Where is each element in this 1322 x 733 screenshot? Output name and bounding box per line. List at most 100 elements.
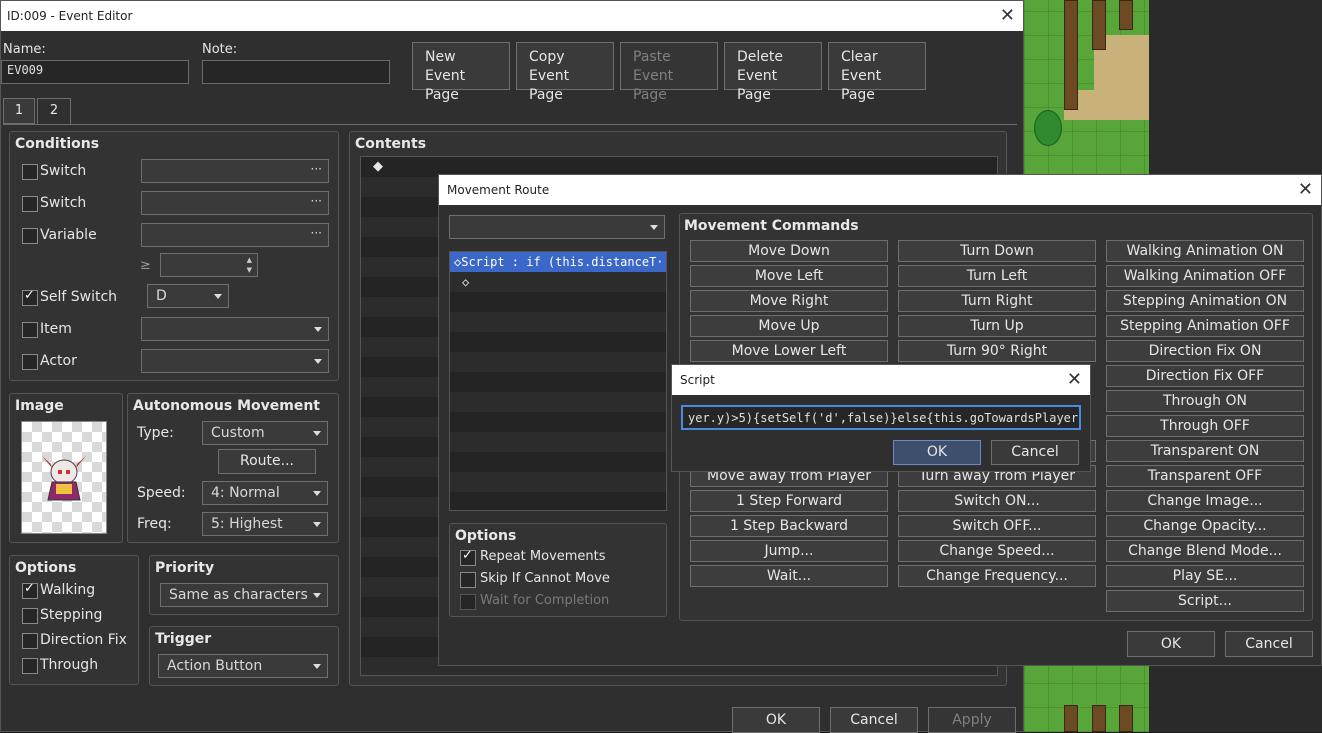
script-cancel-button[interactable]: Cancel [991, 440, 1079, 465]
command-button[interactable]: Direction Fix OFF [1106, 365, 1304, 387]
variable-label: Variable [40, 227, 97, 243]
command-button[interactable]: Script... [1106, 590, 1304, 612]
command-button[interactable]: Move Right [690, 290, 888, 312]
self-switch-checkbox[interactable] [22, 288, 38, 306]
command-button[interactable]: Jump... [690, 540, 888, 562]
trigger-dropdown[interactable]: Action Button [158, 654, 328, 678]
actor-checkbox[interactable] [22, 354, 38, 370]
command-button[interactable]: Move Up [690, 315, 888, 337]
close-icon[interactable]: ✕ [1067, 365, 1082, 395]
route-row-script[interactable]: ◇Script : if (this.distanceT··· [450, 252, 666, 272]
copy-event-page-button[interactable]: Copy Event Page [516, 42, 614, 103]
close-icon[interactable]: ✕ [1298, 175, 1313, 205]
ellipsis-icon: ··· [310, 226, 322, 240]
command-button[interactable]: Move Lower Left [690, 340, 888, 362]
tab-page-2[interactable]: 2 [37, 98, 71, 125]
chevron-down-icon [214, 294, 222, 299]
switch2-selector[interactable]: ··· [141, 191, 329, 215]
script-input[interactable]: yer.y)>5){setSelf('d',false)}else{this.g… [681, 405, 1081, 430]
variable-selector[interactable]: ··· [141, 223, 329, 247]
spin-up-icon[interactable]: ▲ [247, 256, 252, 264]
route-command-list[interactable]: ◇Script : if (this.distanceT··· ◇ [449, 251, 667, 511]
name-input[interactable]: EV009 [1, 60, 189, 84]
switch2-checkbox[interactable] [22, 196, 38, 212]
command-button[interactable]: Change Speed... [898, 540, 1096, 562]
wait-for-completion-checkbox[interactable] [460, 594, 476, 610]
clear-event-page-button[interactable]: Clear Event Page [828, 42, 926, 103]
through-checkbox[interactable] [22, 658, 38, 674]
command-button[interactable]: Turn Left [898, 265, 1096, 287]
command-button[interactable]: Play SE... [1106, 565, 1304, 587]
command-button[interactable]: Move Left [690, 265, 888, 287]
walking-checkbox[interactable] [22, 581, 38, 599]
command-button[interactable]: Through ON [1106, 390, 1304, 412]
command-button[interactable]: Wait... [690, 565, 888, 587]
priority-dropdown[interactable]: Same as characters [160, 583, 328, 607]
item-checkbox[interactable] [22, 322, 38, 338]
direction-fix-checkbox[interactable] [22, 633, 38, 649]
script-ok-button[interactable]: OK [893, 440, 981, 465]
ok-button[interactable]: OK [732, 707, 820, 733]
walking-label: Walking [40, 582, 96, 598]
paste-event-page-button[interactable]: Paste Event Page [620, 42, 718, 103]
trigger-title: Trigger [155, 631, 212, 647]
command-button[interactable]: 1 Step Forward [690, 490, 888, 512]
command-button[interactable]: Stepping Animation ON [1106, 290, 1304, 312]
route-button[interactable]: Route... [218, 449, 316, 474]
spin-down-icon[interactable]: ▼ [247, 266, 252, 274]
route-cancel-button[interactable]: Cancel [1225, 631, 1313, 657]
command-button[interactable]: Turn 90° Right [898, 340, 1096, 362]
new-event-page-button[interactable]: New Event Page [412, 42, 510, 103]
note-input[interactable] [202, 60, 390, 84]
command-button[interactable]: Switch OFF... [898, 515, 1096, 537]
variable-value-spinner[interactable]: ▲ ▼ [160, 253, 258, 277]
delete-event-page-button[interactable]: Delete Event Page [724, 42, 822, 103]
repeat-movements-label: Repeat Movements [480, 549, 606, 564]
tab-page-1[interactable]: 1 [3, 98, 35, 124]
switch1-selector[interactable]: ··· [141, 159, 329, 183]
button-line: Event Page [841, 68, 882, 103]
command-button[interactable]: Walking Animation OFF [1106, 265, 1304, 287]
cancel-button[interactable]: Cancel [830, 707, 918, 733]
switch1-checkbox[interactable] [22, 164, 38, 180]
self-switch-dropdown[interactable]: D [147, 284, 229, 308]
command-button[interactable]: Switch ON... [898, 490, 1096, 512]
command-button[interactable]: Turn Down [898, 240, 1096, 262]
character-image[interactable] [21, 421, 107, 534]
map-tree [1064, 705, 1078, 732]
route-ok-button[interactable]: OK [1127, 631, 1215, 657]
freq-dropdown[interactable]: 5: Highest [202, 512, 328, 536]
command-button[interactable]: Turn Up [898, 315, 1096, 337]
map-tree [1119, 0, 1133, 30]
command-button[interactable]: Transparent OFF [1106, 465, 1304, 487]
actor-dropdown[interactable] [141, 349, 329, 373]
variable-checkbox[interactable] [22, 228, 38, 244]
command-button[interactable]: Transparent ON [1106, 440, 1304, 462]
speed-dropdown[interactable]: 4: Normal [202, 481, 328, 505]
character-sprite [42, 456, 86, 501]
skip-if-cannot-move-checkbox[interactable] [460, 572, 476, 588]
command-button[interactable]: Direction Fix ON [1106, 340, 1304, 362]
target-character-dropdown[interactable] [449, 215, 665, 239]
apply-button[interactable]: Apply [928, 707, 1016, 733]
command-button[interactable]: Stepping Animation OFF [1106, 315, 1304, 337]
repeat-movements-checkbox[interactable] [460, 548, 476, 566]
command-button[interactable]: Change Image... [1106, 490, 1304, 512]
stepping-checkbox[interactable] [22, 608, 38, 624]
command-button[interactable]: Change Frequency... [898, 565, 1096, 587]
command-button[interactable]: Move Down [690, 240, 888, 262]
close-icon[interactable]: ✕ [1000, 1, 1015, 31]
command-button[interactable]: Change Opacity... [1106, 515, 1304, 537]
type-dropdown[interactable]: Custom [202, 421, 328, 445]
event-editor-titlebar: ID:009 - Event Editor ✕ [1, 1, 1023, 31]
command-button[interactable]: Change Blend Mode... [1106, 540, 1304, 562]
options-group: Options Walking Stepping Direction Fix T… [9, 555, 139, 685]
command-button[interactable]: Turn Right [898, 290, 1096, 312]
route-row-end[interactable]: ◇ [462, 272, 469, 292]
command-button[interactable]: Walking Animation ON [1106, 240, 1304, 262]
item-dropdown[interactable] [141, 317, 329, 341]
command-button[interactable]: 1 Step Backward [690, 515, 888, 537]
chevron-down-icon [314, 359, 322, 364]
contents-row-1[interactable]: ◆ [373, 159, 383, 174]
command-button[interactable]: Through OFF [1106, 415, 1304, 437]
